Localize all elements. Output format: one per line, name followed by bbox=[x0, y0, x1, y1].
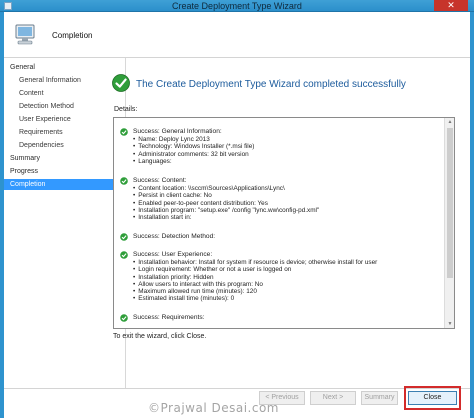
list-item: Content location: \\sccm\Sources\Applica… bbox=[133, 185, 319, 192]
sidebar-item-summary[interactable]: Summary bbox=[4, 153, 126, 164]
list-item: Allow users to interact with this progra… bbox=[133, 281, 377, 288]
page-title: Completion bbox=[52, 31, 93, 40]
list-item: Name: Deploy Lync 2013 bbox=[133, 136, 254, 143]
section-heading: Success: User Experience: bbox=[133, 251, 213, 258]
success-message: The Create Deployment Type Wizard comple… bbox=[136, 79, 406, 90]
wizard-header: Completion bbox=[4, 12, 470, 58]
scrollbar-thumb[interactable] bbox=[447, 128, 453, 278]
section-list: Content location: \\sccm\Sources\Applica… bbox=[133, 185, 319, 221]
details-scrollbar[interactable]: ▲ ▼ bbox=[444, 118, 454, 328]
sidebar-item-detection-method[interactable]: Detection Method bbox=[4, 101, 126, 112]
list-item: Installation program: "setup.exe" /confi… bbox=[133, 207, 319, 214]
list-item: Maximum allowed run time (minutes): 120 bbox=[133, 288, 377, 295]
section-list: Name: Deploy Lync 2013 Technology: Windo… bbox=[133, 136, 254, 165]
sidebar-item-requirements[interactable]: Requirements bbox=[4, 127, 126, 138]
close-button-highlight bbox=[404, 386, 461, 410]
section-heading: Success: Detection Method: bbox=[133, 233, 216, 240]
scroll-down-icon[interactable]: ▼ bbox=[446, 320, 454, 328]
check-icon bbox=[120, 128, 128, 136]
window-frame-right bbox=[470, 12, 474, 418]
details-label: Details: bbox=[114, 106, 138, 113]
section-heading: Success: Requirements: bbox=[133, 314, 205, 321]
list-item: Persist in client cache: No bbox=[133, 192, 319, 199]
list-item: Enabled peer-to-peer content distributio… bbox=[133, 200, 319, 207]
list-item: Technology: Windows Installer (*.msi fil… bbox=[133, 143, 254, 150]
computer-icon bbox=[15, 24, 35, 45]
window-close-button[interactable]: ✕ bbox=[434, 0, 468, 11]
list-item: Administrator comments: 32 bit version bbox=[133, 151, 254, 158]
exit-instructions: To exit the wizard, click Close. bbox=[113, 333, 207, 340]
details-panel[interactable]: Success: General Information: Name: Depl… bbox=[113, 117, 455, 329]
next-button[interactable]: Next > bbox=[310, 391, 356, 405]
sidebar-item-general-information[interactable]: General Information bbox=[4, 75, 126, 86]
sidebar-item-general[interactable]: General bbox=[4, 62, 126, 73]
section-heading: Success: Content: bbox=[133, 177, 187, 184]
list-item: Login requirement: Whether or not a user… bbox=[133, 266, 377, 273]
list-item: Installation priority: Hidden bbox=[133, 274, 377, 281]
sidebar-item-dependencies[interactable]: Dependencies bbox=[4, 140, 126, 151]
summary-button[interactable]: Summary bbox=[361, 391, 398, 405]
section-list: Installation behavior: Install for syste… bbox=[133, 259, 377, 303]
section-heading: Success: General Information: bbox=[133, 128, 222, 135]
list-item: Installation start in: bbox=[133, 214, 319, 221]
sidebar-item-completion[interactable]: Completion bbox=[4, 179, 126, 190]
list-item: Installation behavior: Install for syste… bbox=[133, 259, 377, 266]
list-item: Estimated install time (minutes): 0 bbox=[133, 295, 377, 302]
check-icon bbox=[120, 251, 128, 259]
sidebar-item-user-experience[interactable]: User Experience bbox=[4, 114, 126, 125]
list-item: Languages: bbox=[133, 158, 254, 165]
scroll-up-icon[interactable]: ▲ bbox=[446, 118, 454, 126]
window-title: Create Deployment Type Wizard bbox=[172, 1, 302, 11]
check-icon bbox=[120, 233, 128, 241]
watermark: ©Prajwal Desai.com bbox=[148, 401, 279, 415]
check-icon bbox=[120, 314, 128, 322]
sidebar-item-progress[interactable]: Progress bbox=[4, 166, 126, 177]
details-content: Success: General Information: Name: Depl… bbox=[114, 118, 445, 328]
check-icon bbox=[120, 177, 128, 185]
success-check-icon bbox=[112, 74, 130, 92]
sidebar-item-content[interactable]: Content bbox=[4, 88, 126, 99]
wizard-sidebar: General General Information Content Dete… bbox=[4, 58, 126, 388]
title-bar[interactable]: Create Deployment Type Wizard ✕ bbox=[0, 0, 474, 12]
